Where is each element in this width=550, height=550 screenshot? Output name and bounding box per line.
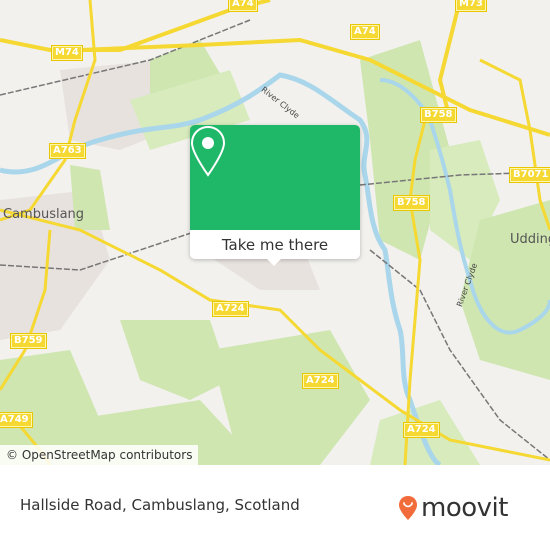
road-shield-a724: A724 (302, 373, 339, 389)
road-shield-b7071: B7071 (509, 167, 550, 183)
road-shield-b758: B758 (420, 107, 457, 123)
road-shield-a763: A763 (49, 143, 86, 159)
road-shield-m73: M73 (455, 0, 487, 12)
place-label-cambuslang: Cambuslang (3, 207, 85, 222)
moovit-logo[interactable]: moovit (398, 493, 508, 523)
road-shield-a724: A724 (403, 422, 440, 438)
map-view[interactable]: A74 M74 A74 M73 A763 B758 B758 B7071 A72… (0, 0, 550, 465)
address-text: Hallside Road, Cambuslang, Scotland (20, 496, 300, 514)
location-popup: Take me there (190, 125, 360, 266)
osm-attribution[interactable]: © OpenStreetMap contributors (0, 445, 199, 465)
road-shield-a724: A724 (212, 301, 249, 317)
popup-tail (267, 259, 281, 266)
road-shield-a74: A74 (228, 0, 258, 12)
road-shield-b758: B758 (393, 195, 430, 211)
road-shield-a74: A74 (350, 24, 380, 40)
road-shield-a749: A749 (0, 412, 33, 428)
moovit-logo-text: moovit (421, 493, 508, 523)
moovit-pin-smile-icon (399, 496, 417, 520)
footer: Hallside Road, Cambuslang, Scotland moov… (0, 465, 550, 550)
map-pin-icon (190, 125, 226, 177)
take-me-there-button[interactable]: Take me there (190, 230, 360, 259)
place-label-uddingston: Udding (510, 232, 550, 247)
road-shield-m74: M74 (51, 45, 83, 61)
road-shield-b759: B759 (10, 333, 47, 349)
popup-header (190, 125, 360, 230)
